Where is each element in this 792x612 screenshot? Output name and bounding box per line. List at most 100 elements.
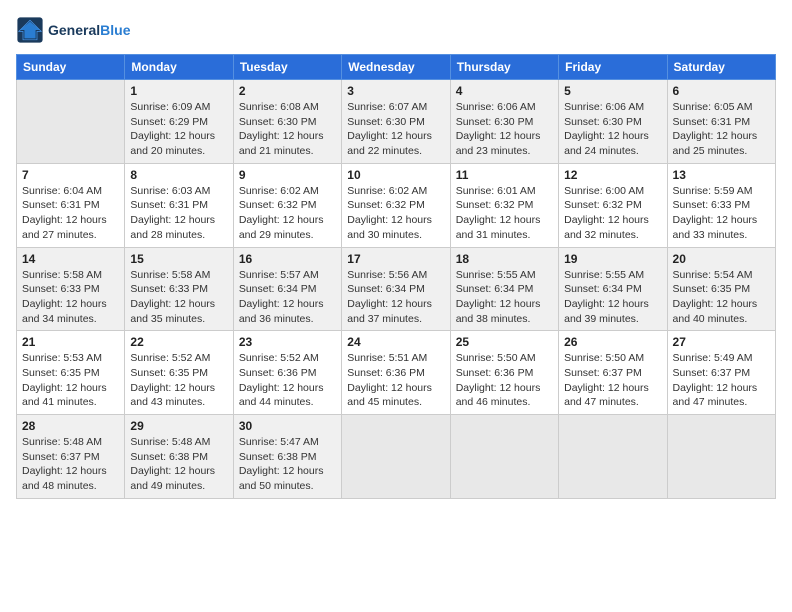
- day-number: 20: [673, 252, 770, 266]
- calendar-cell: 1 Sunrise: 6:09 AMSunset: 6:29 PMDaylight…: [125, 80, 233, 164]
- day-info: Sunrise: 6:08 AMSunset: 6:30 PMDaylight:…: [239, 100, 336, 159]
- calendar-cell: 15 Sunrise: 5:58 AMSunset: 6:33 PMDayligh…: [125, 247, 233, 331]
- calendar-cell: 18 Sunrise: 5:55 AMSunset: 6:34 PMDayligh…: [450, 247, 558, 331]
- calendar-cell: 30 Sunrise: 5:47 AMSunset: 6:38 PMDayligh…: [233, 415, 341, 499]
- day-number: 8: [130, 168, 227, 182]
- header-friday: Friday: [559, 55, 667, 80]
- day-info: Sunrise: 5:59 AMSunset: 6:33 PMDaylight:…: [673, 184, 770, 243]
- day-number: 1: [130, 84, 227, 98]
- calendar-cell: 28 Sunrise: 5:48 AMSunset: 6:37 PMDayligh…: [17, 415, 125, 499]
- day-info: Sunrise: 5:51 AMSunset: 6:36 PMDaylight:…: [347, 351, 444, 410]
- calendar-cell: 4Sunrise: 6:06 AMSunset: 6:30 PMDaylight…: [450, 80, 558, 164]
- day-info: Sunrise: 5:54 AMSunset: 6:35 PMDaylight:…: [673, 268, 770, 327]
- header-tuesday: Tuesday: [233, 55, 341, 80]
- calendar-cell: 25Sunrise: 5:50 AMSunset: 6:36 PMDayligh…: [450, 331, 558, 415]
- calendar-cell: 14Sunrise: 5:58 AMSunset: 6:33 PMDayligh…: [17, 247, 125, 331]
- calendar-cell: 26 Sunrise: 5:50 AMSunset: 6:37 PMDayligh…: [559, 331, 667, 415]
- day-info: Sunrise: 5:52 AMSunset: 6:35 PMDaylight:…: [130, 351, 227, 410]
- day-info: Sunrise: 5:55 AMSunset: 6:34 PMDaylight:…: [456, 268, 553, 327]
- day-info: Sunrise: 5:52 AMSunset: 6:36 PMDaylight:…: [239, 351, 336, 410]
- day-info: Sunrise: 5:48 AMSunset: 6:38 PMDaylight:…: [130, 435, 227, 494]
- day-number: 28: [22, 419, 119, 433]
- day-info: Sunrise: 6:07 AMSunset: 6:30 PMDaylight:…: [347, 100, 444, 159]
- calendar-cell: 8 Sunrise: 6:03 AMSunset: 6:31 PMDaylight…: [125, 163, 233, 247]
- calendar-week-row: 21 Sunrise: 5:53 AMSunset: 6:35 PMDayligh…: [17, 331, 776, 415]
- calendar-cell: 22 Sunrise: 5:52 AMSunset: 6:35 PMDayligh…: [125, 331, 233, 415]
- day-number: 5: [564, 84, 661, 98]
- logo-text: GeneralBlue: [48, 22, 130, 39]
- day-info: Sunrise: 6:02 AMSunset: 6:32 PMDaylight:…: [347, 184, 444, 243]
- calendar-cell: 16Sunrise: 5:57 AMSunset: 6:34 PMDayligh…: [233, 247, 341, 331]
- day-number: 10: [347, 168, 444, 182]
- day-info: Sunrise: 6:04 AMSunset: 6:31 PMDaylight:…: [22, 184, 119, 243]
- calendar-cell: 12 Sunrise: 6:00 AMSunset: 6:32 PMDayligh…: [559, 163, 667, 247]
- calendar-week-row: 1 Sunrise: 6:09 AMSunset: 6:29 PMDaylight…: [17, 80, 776, 164]
- day-number: 11: [456, 168, 553, 182]
- day-info: Sunrise: 6:00 AMSunset: 6:32 PMDaylight:…: [564, 184, 661, 243]
- day-info: Sunrise: 6:06 AMSunset: 6:30 PMDaylight:…: [564, 100, 661, 159]
- day-number: 29: [130, 419, 227, 433]
- calendar-week-row: 28 Sunrise: 5:48 AMSunset: 6:37 PMDayligh…: [17, 415, 776, 499]
- calendar-cell: 29 Sunrise: 5:48 AMSunset: 6:38 PMDayligh…: [125, 415, 233, 499]
- page-header: GeneralBlue: [16, 16, 776, 44]
- day-number: 12: [564, 168, 661, 182]
- calendar-week-row: 7 Sunrise: 6:04 AMSunset: 6:31 PMDaylight…: [17, 163, 776, 247]
- day-number: 19: [564, 252, 661, 266]
- day-number: 25: [456, 335, 553, 349]
- calendar-cell: 24 Sunrise: 5:51 AMSunset: 6:36 PMDayligh…: [342, 331, 450, 415]
- calendar-header-row: SundayMondayTuesdayWednesdayThursdayFrid…: [17, 55, 776, 80]
- day-number: 3: [347, 84, 444, 98]
- day-info: Sunrise: 5:55 AMSunset: 6:34 PMDaylight:…: [564, 268, 661, 327]
- calendar-cell: 23 Sunrise: 5:52 AMSunset: 6:36 PMDayligh…: [233, 331, 341, 415]
- day-number: 4: [456, 84, 553, 98]
- calendar-cell: 19 Sunrise: 5:55 AMSunset: 6:34 PMDayligh…: [559, 247, 667, 331]
- day-number: 30: [239, 419, 336, 433]
- logo-icon: [16, 16, 44, 44]
- calendar-cell: 27Sunrise: 5:49 AMSunset: 6:37 PMDayligh…: [667, 331, 775, 415]
- calendar-cell: 6 Sunrise: 6:05 AMSunset: 6:31 PMDaylight…: [667, 80, 775, 164]
- day-info: Sunrise: 5:48 AMSunset: 6:37 PMDaylight:…: [22, 435, 119, 494]
- day-number: 13: [673, 168, 770, 182]
- day-number: 27: [673, 335, 770, 349]
- day-info: Sunrise: 5:47 AMSunset: 6:38 PMDaylight:…: [239, 435, 336, 494]
- day-info: Sunrise: 5:58 AMSunset: 6:33 PMDaylight:…: [130, 268, 227, 327]
- header-wednesday: Wednesday: [342, 55, 450, 80]
- day-number: 22: [130, 335, 227, 349]
- day-info: Sunrise: 5:57 AMSunset: 6:34 PMDaylight:…: [239, 268, 336, 327]
- calendar-cell: 9Sunrise: 6:02 AMSunset: 6:32 PMDaylight…: [233, 163, 341, 247]
- day-info: Sunrise: 6:03 AMSunset: 6:31 PMDaylight:…: [130, 184, 227, 243]
- day-number: 23: [239, 335, 336, 349]
- calendar-cell: [450, 415, 558, 499]
- header-saturday: Saturday: [667, 55, 775, 80]
- day-number: 6: [673, 84, 770, 98]
- calendar-cell: [342, 415, 450, 499]
- day-info: Sunrise: 6:09 AMSunset: 6:29 PMDaylight:…: [130, 100, 227, 159]
- day-info: Sunrise: 5:53 AMSunset: 6:35 PMDaylight:…: [22, 351, 119, 410]
- calendar-cell: 11 Sunrise: 6:01 AMSunset: 6:32 PMDayligh…: [450, 163, 558, 247]
- header-thursday: Thursday: [450, 55, 558, 80]
- day-number: 26: [564, 335, 661, 349]
- day-info: Sunrise: 6:05 AMSunset: 6:31 PMDaylight:…: [673, 100, 770, 159]
- day-number: 7: [22, 168, 119, 182]
- day-number: 21: [22, 335, 119, 349]
- header-monday: Monday: [125, 55, 233, 80]
- calendar-cell: 13 Sunrise: 5:59 AMSunset: 6:33 PMDayligh…: [667, 163, 775, 247]
- calendar-cell: 10 Sunrise: 6:02 AMSunset: 6:32 PMDayligh…: [342, 163, 450, 247]
- logo: GeneralBlue: [16, 16, 130, 44]
- day-number: 2: [239, 84, 336, 98]
- calendar-cell: 5 Sunrise: 6:06 AMSunset: 6:30 PMDaylight…: [559, 80, 667, 164]
- calendar-cell: 7 Sunrise: 6:04 AMSunset: 6:31 PMDaylight…: [17, 163, 125, 247]
- day-info: Sunrise: 6:01 AMSunset: 6:32 PMDaylight:…: [456, 184, 553, 243]
- calendar-week-row: 14Sunrise: 5:58 AMSunset: 6:33 PMDayligh…: [17, 247, 776, 331]
- day-info: Sunrise: 6:02 AMSunset: 6:32 PMDaylight:…: [239, 184, 336, 243]
- day-info: Sunrise: 5:50 AMSunset: 6:37 PMDaylight:…: [564, 351, 661, 410]
- day-number: 18: [456, 252, 553, 266]
- day-info: Sunrise: 5:58 AMSunset: 6:33 PMDaylight:…: [22, 268, 119, 327]
- day-number: 15: [130, 252, 227, 266]
- calendar-cell: [667, 415, 775, 499]
- calendar-cell: 20 Sunrise: 5:54 AMSunset: 6:35 PMDayligh…: [667, 247, 775, 331]
- calendar-cell: 2 Sunrise: 6:08 AMSunset: 6:30 PMDaylight…: [233, 80, 341, 164]
- calendar-cell: [559, 415, 667, 499]
- calendar-cell: 3 Sunrise: 6:07 AMSunset: 6:30 PMDaylight…: [342, 80, 450, 164]
- day-number: 24: [347, 335, 444, 349]
